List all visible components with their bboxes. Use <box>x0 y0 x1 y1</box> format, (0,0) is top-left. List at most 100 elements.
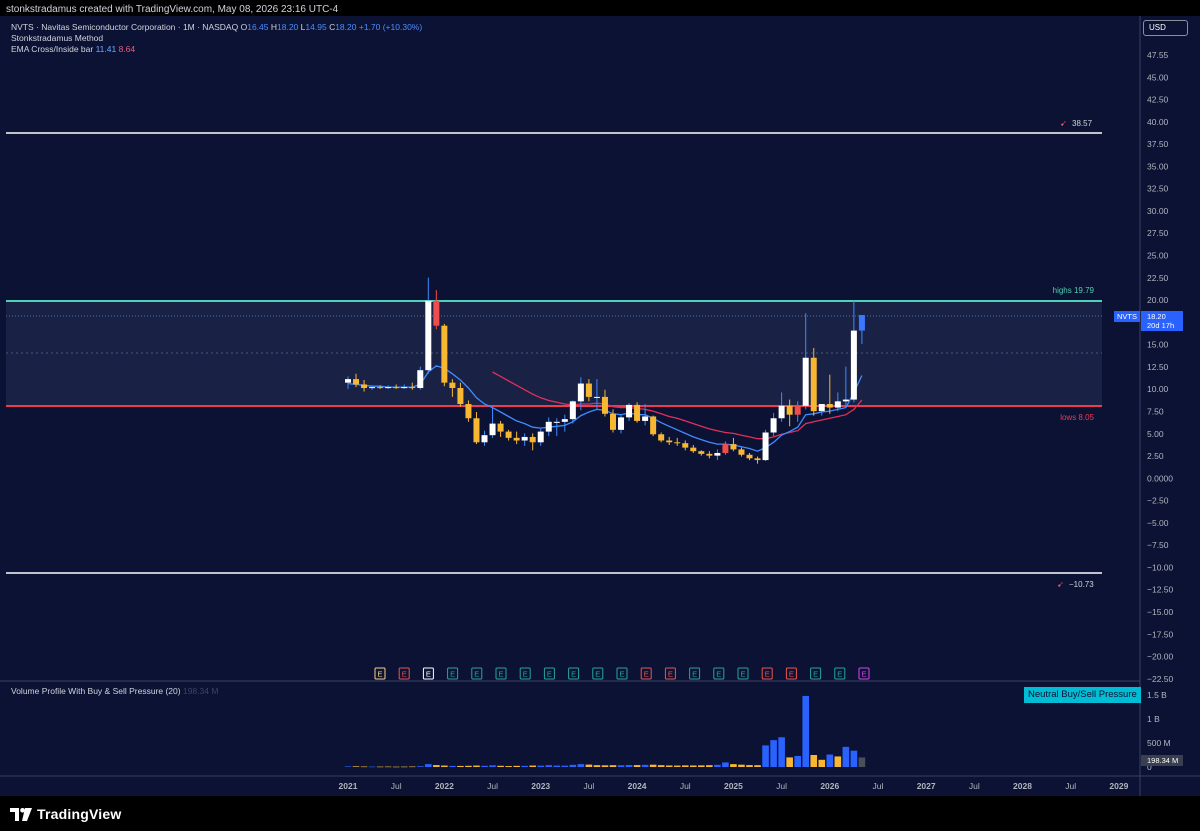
time-label: Jul <box>391 781 402 791</box>
pressure-badge: Neutral Buy/Sell Pressure <box>1024 687 1141 703</box>
volume-bar <box>408 766 416 768</box>
volume-bar <box>730 764 737 767</box>
price-tick-label: −20.00 <box>1147 652 1174 662</box>
candle-body <box>658 434 665 441</box>
price-axis-ticks: 47.55 45.00 42.50 40.00 37.50 35.00 32.50 30.00… <box>1147 50 1174 684</box>
candle-body <box>698 451 705 454</box>
volume-bar <box>802 695 810 767</box>
earnings-marker: E <box>692 670 697 679</box>
volume-tick-label: 1.5 B <box>1147 690 1167 700</box>
candle-body <box>746 454 753 459</box>
volume-bar <box>344 766 352 768</box>
candle-body <box>634 404 641 421</box>
volume-current-label: 198.34 M <box>1147 756 1178 765</box>
time-label: 2024 <box>628 781 647 791</box>
price-tick-label: 47.55 <box>1147 50 1169 60</box>
price-tick-label: 35.00 <box>1147 161 1169 171</box>
currency-button[interactable]: USD <box>1143 20 1188 36</box>
time-label: 2026 <box>820 781 839 791</box>
legend-indicator-1[interactable]: Stonkstradamus Method <box>11 33 422 44</box>
volume-bar <box>850 750 858 767</box>
volume-bar <box>810 755 818 767</box>
earnings-marker: E <box>765 670 770 679</box>
tradingview-logo[interactable]: TradingView <box>10 806 121 822</box>
price-tick-label: 40.00 <box>1147 117 1169 127</box>
volume-bar <box>698 765 705 767</box>
earnings-marker: E <box>498 670 503 679</box>
time-label: 2025 <box>724 781 743 791</box>
candle-body <box>481 435 488 443</box>
countdown-tag: 20d 17h <box>1147 321 1174 330</box>
volume-bar <box>352 766 360 767</box>
earnings-marker: E <box>595 670 600 679</box>
volume-bar <box>842 746 850 767</box>
lows-level-label: lows 8.05 <box>1060 413 1094 422</box>
price-tick-label: 10.00 <box>1147 384 1169 394</box>
volume-bar <box>625 764 633 767</box>
candle-body <box>810 357 817 412</box>
candle-body <box>465 404 472 419</box>
ticker-tag-label: NVTS <box>1117 312 1137 321</box>
price-tick-label: −12.50 <box>1147 585 1174 595</box>
legend-close: 18.20 <box>335 22 357 32</box>
volume-bar <box>489 765 496 767</box>
candle-body <box>385 387 392 389</box>
time-label: Jul <box>873 781 884 791</box>
volume-bar <box>617 765 625 767</box>
earnings-marker: E <box>813 670 818 679</box>
price-tick-label: −7.50 <box>1147 540 1169 550</box>
candle-body <box>826 404 833 408</box>
volume-bar <box>714 764 721 767</box>
candle-body <box>441 325 448 383</box>
candle-body <box>545 421 552 432</box>
volume-bar <box>722 762 729 767</box>
volume-bar <box>465 765 472 767</box>
candle-body <box>601 396 608 414</box>
candle-body <box>449 382 456 388</box>
candle-body <box>850 330 857 400</box>
candle-body <box>618 417 625 430</box>
candle-body <box>513 437 520 441</box>
price-tick-label: −17.50 <box>1147 629 1174 639</box>
footer <box>0 796 1200 831</box>
volume-tick-label: 1 B <box>1147 714 1160 724</box>
volume-bar <box>521 765 528 767</box>
volume-bar <box>360 766 368 768</box>
legend-line-ohlc: NVTS · Navitas Semiconductor Corporation… <box>11 22 422 33</box>
candle-body <box>473 418 480 443</box>
candle-body <box>417 370 424 388</box>
time-label: Jul <box>1065 781 1076 791</box>
candle-body <box>650 416 657 435</box>
time-label: Jul <box>680 781 691 791</box>
price-tick-label: −5.00 <box>1147 518 1169 528</box>
earnings-marker: E <box>377 670 382 679</box>
candle-body <box>425 300 432 371</box>
candle-body <box>802 357 809 406</box>
volume-bar <box>818 759 826 767</box>
candle-body <box>593 396 600 398</box>
earnings-marker: E <box>450 670 455 679</box>
candle-body <box>778 405 785 419</box>
volume-bar <box>657 765 665 767</box>
volume-bar <box>545 765 553 767</box>
price-chart[interactable]: 47.55 45.00 42.50 40.00 37.50 35.00 32.50 30.00… <box>0 0 1200 831</box>
earnings-marker: E <box>740 670 745 679</box>
price-tick-label: 2.50 <box>1147 451 1164 461</box>
candle-body <box>754 458 761 461</box>
earnings-marker: E <box>861 670 866 679</box>
volume-bar <box>673 765 681 767</box>
price-tick-label: −10.00 <box>1147 562 1174 572</box>
volume-bar <box>786 757 793 767</box>
range-zone <box>6 301 1102 407</box>
volume-legend[interactable]: Volume Profile With Buy & Sell Pressure … <box>11 686 218 696</box>
candle-body <box>682 443 689 448</box>
volume-bar <box>649 764 657 767</box>
legend-indicator-2[interactable]: EMA Cross/Inside bar 11.41 8.64 <box>11 44 422 55</box>
candle-body <box>794 405 801 415</box>
volume-bar <box>425 764 432 767</box>
volume-bar <box>633 765 641 767</box>
price-tick-label: 27.50 <box>1147 228 1169 238</box>
volume-bar <box>609 765 617 767</box>
candle-body <box>722 444 729 453</box>
volume-bar <box>738 764 745 767</box>
